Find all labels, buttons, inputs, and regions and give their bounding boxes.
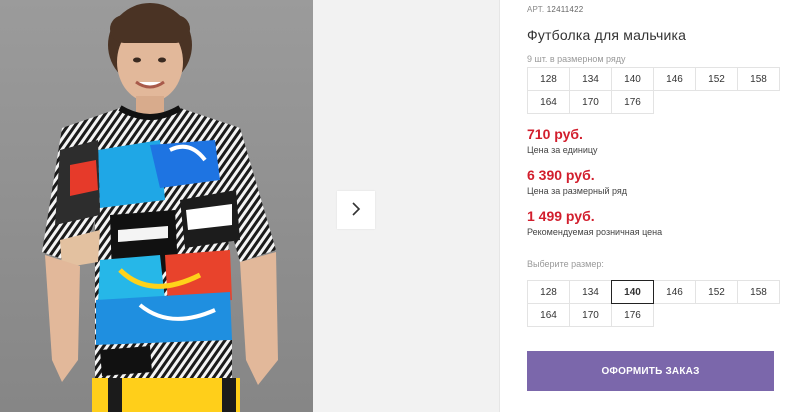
row-price-note: Цена за размерный ряд [527, 186, 628, 196]
size-option[interactable]: 164 [527, 303, 570, 327]
size-row-grid: 128 134 140 146 152 158 164 170 176 [527, 67, 780, 114]
size-row-item: 158 [737, 67, 780, 91]
row-price: 6 390 руб. [527, 167, 595, 183]
size-row-item: 146 [653, 67, 696, 91]
size-option-selected[interactable]: 140 [611, 280, 654, 304]
size-select-grid: 128 134 140 146 152 158 164 170 176 [527, 280, 780, 327]
retail-price: 1 499 руб. [527, 208, 595, 224]
size-row-item: 134 [569, 67, 612, 91]
size-row-label: 9 шт. в размерном ряду [527, 54, 626, 64]
size-option[interactable]: 158 [737, 280, 780, 304]
chevron-right-icon [349, 201, 363, 220]
size-option[interactable]: 146 [653, 280, 696, 304]
unit-price-note: Цена за единицу [527, 145, 598, 155]
size-row-item: 170 [569, 90, 612, 114]
product-info-panel: АРТ. 12411422 Футболка для мальчика 9 шт… [500, 0, 800, 412]
size-row-item: 128 [527, 67, 570, 91]
size-option[interactable]: 170 [569, 303, 612, 327]
size-row-item: 164 [527, 90, 570, 114]
product-gallery [0, 0, 499, 412]
size-select-label: Выберите размер: [527, 259, 604, 269]
sku-label: АРТ. [527, 5, 545, 14]
sku: АРТ. 12411422 [527, 5, 583, 14]
product-photo[interactable] [0, 0, 313, 412]
sku-value: 12411422 [546, 5, 584, 14]
order-button[interactable]: ОФОРМИТЬ ЗАКАЗ [527, 351, 774, 391]
size-row-item: 176 [611, 90, 654, 114]
size-option[interactable]: 134 [569, 280, 612, 304]
boy-in-tshirt-image [42, 3, 278, 412]
size-row-item: 152 [695, 67, 738, 91]
size-option[interactable]: 152 [695, 280, 738, 304]
size-option[interactable]: 176 [611, 303, 654, 327]
size-row-item: 140 [611, 67, 654, 91]
size-option[interactable]: 128 [527, 280, 570, 304]
product-title: Футболка для мальчика [527, 27, 687, 43]
gallery-next-button[interactable] [337, 191, 375, 229]
retail-price-note: Рекомендуемая розничная цена [527, 227, 663, 237]
unit-price: 710 руб. [527, 126, 583, 142]
